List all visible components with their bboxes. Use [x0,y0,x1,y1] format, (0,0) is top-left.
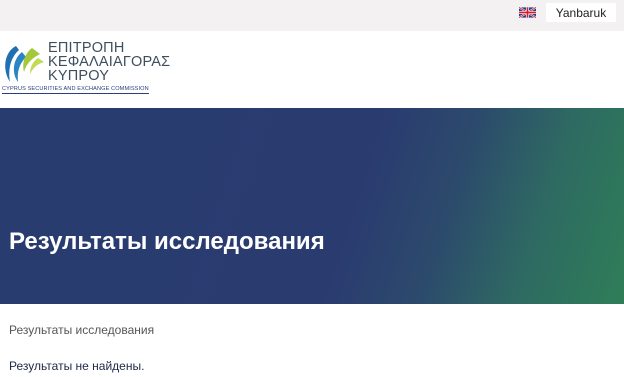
logo-line-3: ΚΥΠΡΟΥ [48,68,110,84]
page-title: Результаты исследования [9,228,325,255]
logo-wordmark: ΕΠΙΤΡΟΠΗ ΚΕΦΑΛΑΙΑΓΟΡΑΣ ΚΥΠΡΟΥ [48,40,171,84]
page: Yanbaruk ΕΠΙΤΡΟΠΗ ΚΕΦΑΛΑΙΑΓΟΡΑΣ ΚΥΠΡΟΥ C… [0,0,624,377]
cysec-logo-mark-icon [5,46,44,82]
user-name-label: Yanbaruk [555,5,607,20]
top-utility-bar: Yanbaruk [0,0,624,31]
cysec-logo[interactable]: ΕΠΙΤΡΟΠΗ ΚΕΦΑΛΑΙΑΓΟΡΑΣ ΚΥΠΡΟΥ CYPRUS SEC… [2,40,170,100]
user-account-button[interactable]: Yanbaruk [546,3,616,22]
no-results-message: Результаты не найдены. [9,359,145,373]
logo-line-1: ΕΠΙΤΡΟΠΗ [48,40,125,56]
hero-banner: Результаты исследования [0,108,624,304]
breadcrumb: Результаты исследования [9,323,155,337]
logo-line-2: ΚΕΦΑΛΑΙΑΓΟΡΑΣ [48,54,171,70]
logo-subtitle: CYPRUS SECURITIES AND EXCHANGE COMMISSIO… [2,86,149,94]
site-header: ΕΠΙΤΡΟΠΗ ΚΕΦΑΛΑΙΑΓΟΡΑΣ ΚΥΠΡΟΥ CYPRUS SEC… [0,31,624,108]
uk-flag-icon[interactable] [519,7,536,18]
